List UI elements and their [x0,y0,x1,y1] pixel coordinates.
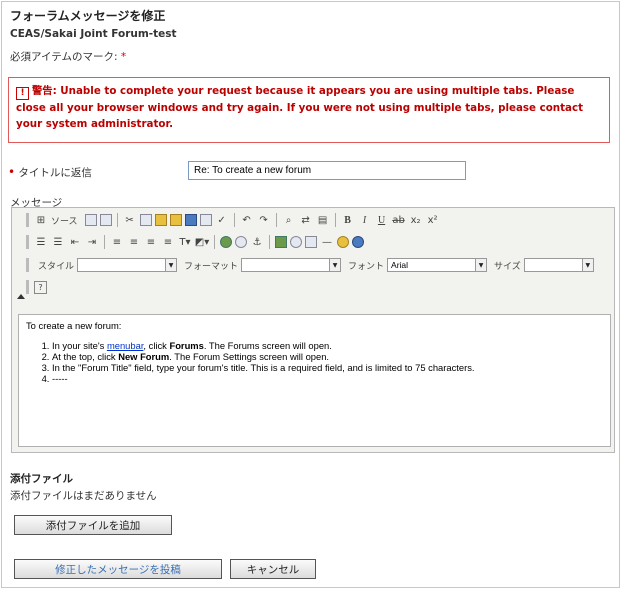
required-dot: • [8,165,16,179]
page-title: フォーラムメッセージを修正 [10,9,166,23]
subscript-icon[interactable]: x₂ [409,213,423,227]
paste-icon[interactable] [154,214,167,226]
list-item: At the top, click New Forum. The Forum S… [52,351,610,362]
title-label: • タイトルに返信 [8,165,92,180]
anchor-icon[interactable]: ⚓ [250,235,264,249]
content-steps: In your site's menubar, click Forums. Th… [26,340,610,384]
cut-icon[interactable]: ✂ [123,213,137,227]
toolbar-grip[interactable] [26,258,29,272]
list-item: In your site's menubar, click Forums. Th… [52,340,610,351]
redo-icon[interactable]: ↷ [257,213,271,227]
spellcheck-icon[interactable]: ✓ [215,213,229,227]
toolbar-grip[interactable] [26,235,29,249]
alert-message: ! 警告: Unable to complete your request bec… [8,77,610,143]
source-icon[interactable]: ⊞ [34,213,48,227]
select-all-icon[interactable]: ▤ [316,213,330,227]
format-select[interactable]: ▼ [241,258,342,272]
title-label-text: タイトルに返信 [18,167,92,179]
size-select[interactable]: ▼ [523,258,594,272]
font-select[interactable]: Arial ▼ [387,258,488,272]
alert-text: 警告: Unable to complete your request beca… [16,85,584,130]
list-item: In the "Forum Title" field, type your fo… [52,362,610,373]
find-icon[interactable]: ⌕ [282,213,296,227]
content-intro: To create a new forum: [26,320,122,331]
align-right-icon[interactable]: ≡ [144,235,158,249]
smiley-icon[interactable] [337,236,349,248]
list-item: ----- [52,373,610,384]
chevron-down-icon: ▼ [475,259,487,271]
style-select[interactable]: ▼ [77,258,178,272]
indent-icon[interactable]: ⇥ [85,235,99,249]
post-message-button[interactable]: 修正したメッセージを投稿 [14,559,222,579]
style-label: スタイル [38,261,75,272]
toolbar-row-1: ⊞ ソース ✂ ✓ ↶ ↷ ⌕ ⇄ ▤ B I U a̶b̶ x₂ x² [34,210,440,230]
preview-icon[interactable] [84,214,97,226]
required-note-text: 必須アイテムのマーク: [10,51,121,63]
bold-icon[interactable]: B [341,213,355,227]
strike-icon[interactable]: a̶b̶ [392,213,406,227]
toolbar-grip[interactable] [26,280,29,294]
paste-word-icon[interactable] [184,214,197,226]
attachments-heading: 添付ファイル [10,473,73,485]
rule-icon[interactable]: — [320,235,334,249]
replace-icon[interactable]: ⇄ [299,213,313,227]
italic-icon[interactable]: I [358,213,372,227]
chevron-down-icon: ▼ [329,259,341,271]
unordered-list-icon[interactable]: ☰ [51,235,65,249]
image-icon[interactable] [275,236,287,248]
toolbar-separator [116,213,118,227]
table-icon[interactable] [305,236,317,248]
font-label: フォント [348,261,385,272]
help-icon[interactable]: ? [34,280,47,294]
attachments-empty-text: 添付ファイルはまだありません [10,490,157,502]
toolbar-row-4: ? [34,277,47,297]
outdent-icon[interactable]: ⇤ [68,235,82,249]
undo-icon[interactable]: ↶ [240,213,254,227]
unlink-icon[interactable] [235,236,247,248]
toolbar-row-2: ☰ ☰ ⇤ ⇥ ≡ ≡ ≡ ≡ T▾ ◩▾ ⚓ — [34,232,364,252]
format-label: フォーマット [184,261,239,272]
required-star: * [120,51,127,63]
toolbar-separator [104,235,105,249]
templates-icon[interactable] [99,214,112,226]
site-name: CEAS/Sakai Joint Forum-test [10,28,177,40]
flash-icon[interactable] [290,236,302,248]
chevron-down-icon: ▼ [165,259,177,271]
toolbar-separator [269,235,270,249]
bg-color-icon[interactable]: ◩▾ [195,235,209,249]
paste-text-icon[interactable] [169,214,182,226]
source-button[interactable]: ソース [51,214,78,227]
link-icon[interactable] [220,236,232,248]
title-input[interactable] [188,161,466,180]
toolbar-row-3: スタイル ▼ フォーマット ▼ フォント Arial ▼ サイズ ▼ [34,255,594,275]
cancel-button[interactable]: キャンセル [230,559,316,579]
ordered-list-icon[interactable]: ☰ [34,235,48,249]
collapse-toolbar-icon[interactable] [17,294,25,299]
warning-icon: ! [16,87,29,100]
align-center-icon[interactable]: ≡ [127,235,141,249]
text-color-icon[interactable]: T▾ [178,235,192,249]
print-icon[interactable] [199,214,212,226]
underline-icon[interactable]: U [375,213,389,227]
required-note: 必須アイテムのマーク: * [10,49,126,64]
toolbar-separator [233,213,235,227]
toolbar-grip[interactable] [26,213,29,227]
size-label: サイズ [494,261,521,272]
chevron-down-icon: ▼ [581,259,593,271]
copy-icon[interactable] [139,214,152,226]
toolbar-separator [334,213,336,227]
menubar-link[interactable]: menubar [107,340,143,351]
toolbar-separator [275,213,277,227]
special-char-icon[interactable] [352,236,364,248]
align-left-icon[interactable]: ≡ [110,235,124,249]
justify-icon[interactable]: ≡ [161,235,175,249]
toolbar-separator [214,235,215,249]
editor-content[interactable]: To create a new forum: In your site's me… [18,314,611,447]
add-attachment-button[interactable]: 添付ファイルを追加 [14,515,172,535]
superscript-icon[interactable]: x² [426,213,440,227]
